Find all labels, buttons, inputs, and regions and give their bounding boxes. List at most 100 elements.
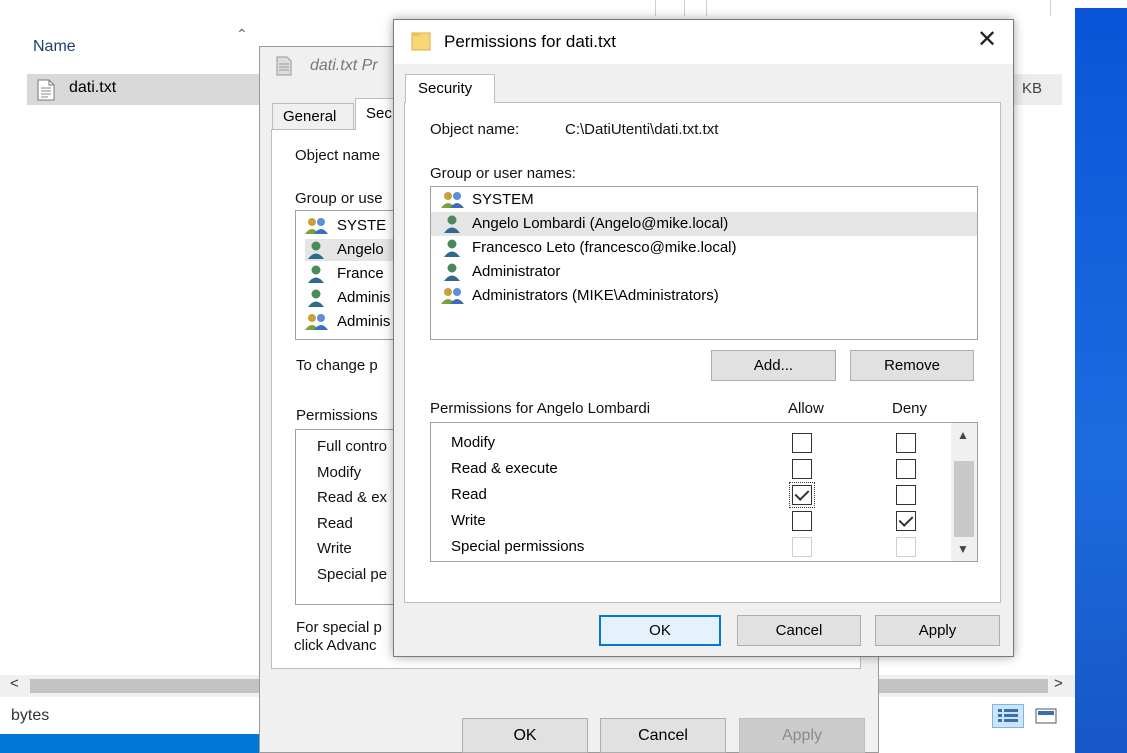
user-list-item[interactable]: Administrators (MIKE\Administrators) [431, 284, 977, 308]
permission-name: Special pe [317, 565, 388, 583]
group-icon [441, 287, 465, 305]
file-name[interactable]: dati.txt [69, 79, 116, 97]
file-row-selected[interactable] [27, 74, 259, 105]
status-bar-text: bytes [11, 707, 50, 724]
chevron-left-icon[interactable]: < [10, 675, 19, 692]
text-file-icon [276, 56, 292, 76]
object-name-label: Object name: [430, 121, 520, 138]
tab-general[interactable]: General [272, 103, 354, 129]
user-name: SYSTEM [472, 191, 534, 208]
advanced-hint-text: click Advanc [294, 637, 377, 654]
user-list-item[interactable]: Adminis [305, 311, 403, 333]
user-name: Angelo [337, 241, 384, 258]
properties-title: dati.txt Pr [310, 57, 378, 74]
deny-checkbox[interactable] [896, 485, 916, 505]
group-user-names-label: Group or user names: [430, 165, 576, 182]
permission-row: Read [431, 482, 951, 509]
chevron-up-icon[interactable]: ▲ [957, 428, 969, 442]
sort-caret-up-icon: ⌃ [236, 26, 248, 42]
column-divider[interactable] [655, 0, 656, 16]
column-divider[interactable] [684, 0, 685, 16]
text-file-icon [37, 79, 55, 101]
user-icon [305, 241, 329, 261]
group-icon [441, 191, 465, 209]
group-icon [305, 313, 329, 333]
allow-checkbox[interactable] [789, 482, 815, 508]
permission-name: Modify [451, 434, 496, 451]
user-list-item[interactable]: SYSTE [305, 215, 403, 237]
add-button[interactable]: Add... [711, 350, 836, 381]
user-list-item[interactable]: France [305, 263, 403, 285]
deny-checkbox[interactable] [896, 511, 916, 531]
permission-name: Modify [317, 463, 362, 481]
apply-button[interactable]: Apply [875, 615, 1000, 646]
users-list[interactable]: SYSTEM Angelo Lombardi (Angelo@mike.local… [430, 186, 978, 340]
deny-checkbox[interactable] [896, 433, 916, 453]
user-list-item[interactable]: Angelo Lombardi (Angelo@mike.local) [431, 212, 977, 236]
permissions-label: Permissions [296, 407, 378, 424]
deny-checkbox[interactable] [896, 459, 916, 479]
user-name: France [337, 265, 384, 282]
allow-column-header: Allow [788, 400, 824, 417]
allow-checkbox [792, 537, 812, 557]
permission-name: Special permissions [451, 538, 585, 555]
taskbar [0, 734, 262, 753]
user-list-item[interactable]: Adminis [305, 287, 403, 309]
user-icon [441, 215, 465, 233]
tab-security-label: Sec [366, 105, 392, 122]
user-name: Adminis [337, 313, 391, 330]
apply-button[interactable]: Apply [739, 718, 865, 753]
dialog-title: Permissions for dati.txt [444, 32, 616, 51]
vertical-scrollbar[interactable]: ▲ ▼ [951, 423, 977, 561]
group-label: Group or use [295, 190, 383, 207]
user-list-item[interactable]: Francesco Leto (francesco@mike.local) [431, 236, 977, 260]
permission-row: Modify [431, 431, 951, 457]
user-name: Adminis [337, 289, 391, 306]
allow-checkbox[interactable] [792, 511, 812, 531]
allow-checkbox[interactable] [792, 433, 812, 453]
object-name-label: Object name [295, 147, 381, 164]
special-permissions-text: For special p [296, 619, 382, 636]
permission-name: Full contro [317, 438, 388, 455]
scrollbar-thumb[interactable] [954, 461, 974, 537]
user-name: Administrators (MIKE\Administrators) [472, 287, 719, 304]
name-column-header[interactable]: Name [33, 38, 76, 56]
tab-general-label: General [283, 108, 337, 125]
user-list-item[interactable]: SYSTEM [431, 188, 977, 212]
user-name: SYSTE [337, 217, 387, 234]
permission-name: Read & ex [317, 489, 388, 506]
tiles-view-icon[interactable] [1035, 706, 1057, 726]
tab-security-label: Security [418, 80, 473, 97]
file-size-unit: KB [1022, 80, 1043, 97]
group-icon [305, 217, 329, 237]
ok-button[interactable]: OK [462, 718, 588, 753]
user-list-item[interactable]: Administrator [431, 260, 977, 284]
deny-column-header: Deny [892, 400, 928, 417]
deny-checkbox [896, 537, 916, 557]
permissions-table: ▲ ▼ Modify Read & execute Read Write Special… [430, 422, 978, 562]
permission-name: Read & execute [451, 460, 558, 477]
permissions-for-label: Permissions for Angelo Lombardi [430, 400, 651, 417]
user-icon [305, 289, 329, 309]
permission-name: Read [451, 486, 487, 503]
user-icon [441, 263, 465, 281]
cancel-button[interactable]: Cancel [600, 718, 726, 753]
object-name-value: C:\DatiUtenti\dati.txt.txt [565, 121, 719, 138]
tab-security[interactable]: Security [405, 74, 495, 103]
column-divider[interactable] [1050, 0, 1051, 16]
allow-checkbox[interactable] [792, 459, 812, 479]
details-view-icon[interactable] [992, 704, 1024, 728]
desktop-wallpaper [1075, 8, 1127, 753]
ok-button[interactable]: OK [599, 615, 721, 646]
remove-button[interactable]: Remove [850, 350, 974, 381]
close-icon[interactable]: ✕ [974, 27, 1000, 53]
folder-icon [411, 32, 431, 51]
user-list-item[interactable]: Angelo [305, 239, 403, 261]
permission-row: Write [431, 509, 951, 535]
chevron-right-icon[interactable]: > [1054, 675, 1063, 692]
column-divider[interactable] [706, 0, 707, 16]
permission-row: Special permissions [431, 535, 951, 561]
chevron-down-icon[interactable]: ▼ [957, 542, 969, 556]
cancel-button[interactable]: Cancel [737, 615, 861, 646]
user-icon [305, 265, 329, 285]
